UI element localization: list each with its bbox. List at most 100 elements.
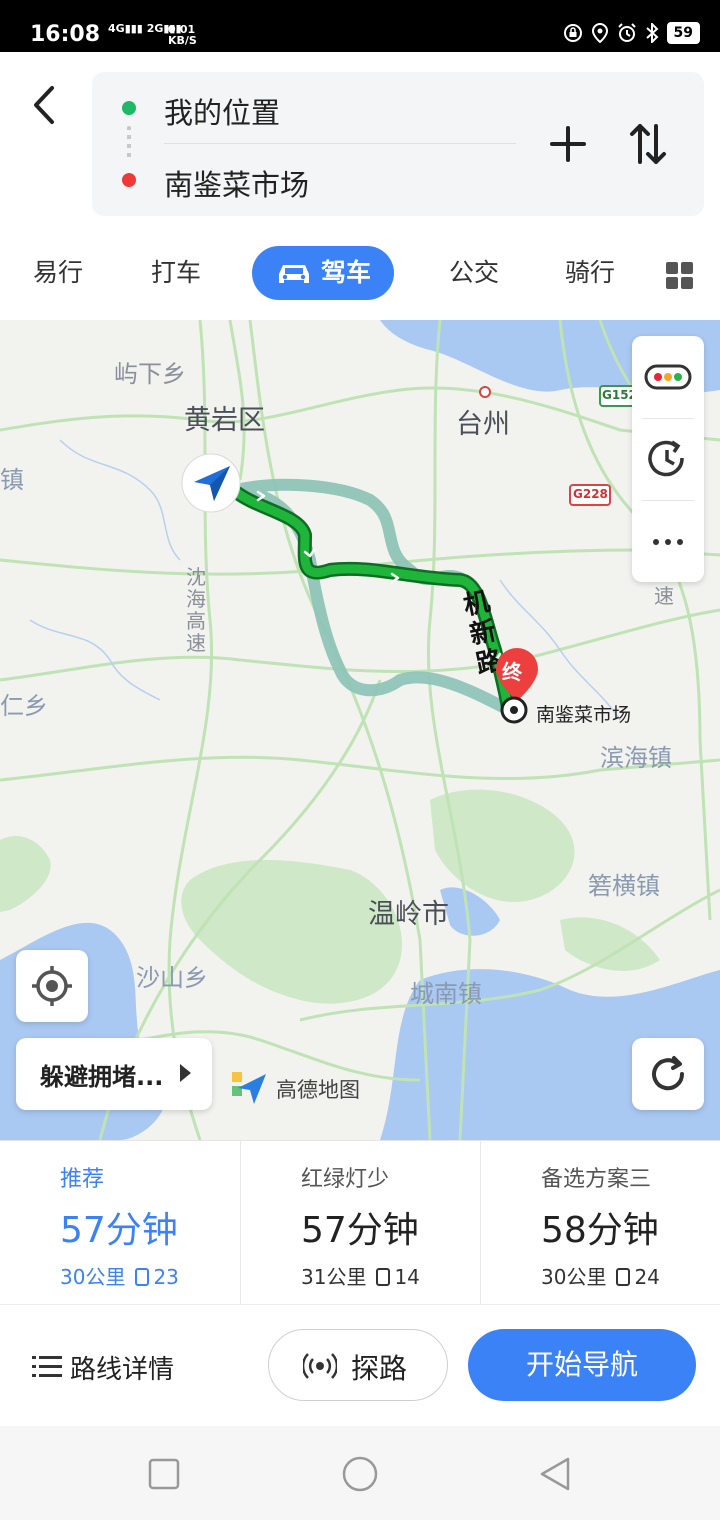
battery-indicator: 59 bbox=[666, 22, 700, 44]
route-option-time: 57分钟 bbox=[60, 1210, 178, 1251]
route-option-name: 推荐 bbox=[60, 1167, 105, 1192]
alarm-icon bbox=[617, 23, 636, 42]
route-option-lights: 23 bbox=[153, 1265, 179, 1289]
route-option-distance: 31公里 bbox=[301, 1265, 367, 1289]
clock-refresh-icon bbox=[648, 440, 684, 477]
start-navigation-button[interactable]: 开始导航 bbox=[468, 1329, 696, 1401]
avoid-congestion-label: 躲避拥堵... bbox=[40, 1063, 164, 1091]
refresh-route-button[interactable] bbox=[632, 1038, 704, 1110]
traffic-light-icon bbox=[616, 1268, 631, 1286]
map-label-xiaxia: 屿下乡 bbox=[114, 360, 186, 388]
route-option-alternative-3[interactable]: 备选方案三 58分钟 30公里 24 bbox=[480, 1141, 720, 1305]
start-dot-icon bbox=[122, 101, 136, 115]
chevron-left-icon bbox=[34, 86, 54, 124]
tab-drive-label: 驾车 bbox=[320, 258, 371, 287]
map-label-xiaheng: 箬横镇 bbox=[588, 872, 660, 900]
action-bar: 路线详情 探路 开始导航 bbox=[0, 1304, 720, 1426]
circle-icon bbox=[342, 1456, 378, 1492]
route-option-distance: 30公里 bbox=[60, 1265, 126, 1289]
destination-map-label: 南鉴菜市场 bbox=[536, 704, 632, 726]
refresh-icon bbox=[652, 1056, 685, 1091]
locate-me-button[interactable] bbox=[16, 950, 88, 1022]
back-button[interactable] bbox=[24, 80, 64, 130]
map-label-chengnan: 城南镇 bbox=[410, 980, 482, 1008]
tab-taxi[interactable]: 打车 bbox=[146, 246, 206, 300]
network-speed-unit: KB/S bbox=[168, 34, 197, 47]
map-label-binhai: 滨海镇 bbox=[600, 744, 672, 772]
bluetooth-icon bbox=[645, 23, 658, 43]
map-view[interactable]: 屿下乡 黄岩区 台州 镇 沈海高速 仁乡 滨海镇 箬横镇 温岭市 沙山乡 城南镇… bbox=[0, 320, 720, 1140]
route-details-label: 路线详情 bbox=[70, 1355, 175, 1385]
tab-cycling[interactable]: 骑行 bbox=[560, 246, 620, 300]
transport-mode-tabs: 易行 打车 驾车 公交 骑行 bbox=[0, 222, 720, 320]
more-dots-icon bbox=[653, 539, 683, 545]
destination-pin-label: 终 bbox=[502, 660, 522, 684]
location-icon bbox=[591, 23, 608, 43]
amap-logo-text: 高德地图 bbox=[276, 1078, 360, 1102]
swap-route-button[interactable] bbox=[626, 120, 670, 168]
route-header: 我的位置 南鉴菜市场 bbox=[0, 52, 720, 222]
lock-rotation-icon bbox=[563, 24, 582, 42]
route-option-time: 57分钟 bbox=[301, 1210, 419, 1251]
tab-easy-travel[interactable]: 易行 bbox=[28, 246, 88, 300]
start-location-field[interactable]: 我的位置 bbox=[164, 90, 280, 132]
network-4g-label: 4G bbox=[108, 22, 125, 35]
route-divider bbox=[164, 143, 516, 144]
route-option-name: 红绿灯少 bbox=[301, 1167, 390, 1192]
route-option-name: 备选方案三 bbox=[541, 1167, 652, 1192]
traffic-light-icon bbox=[376, 1268, 391, 1286]
history-button[interactable] bbox=[632, 418, 704, 500]
map-label-wenling: 温岭市 bbox=[368, 899, 449, 930]
home-button[interactable] bbox=[340, 1454, 380, 1494]
end-dot-icon bbox=[122, 173, 136, 187]
status-bar: 16:08 4G▮▮▮ 2G▮▮▮ 0.01 KB/S 59 bbox=[0, 0, 720, 52]
map-label-su: 速 bbox=[654, 584, 674, 608]
square-icon bbox=[148, 1458, 180, 1490]
route-option-meta: 30公里 23 bbox=[60, 1261, 179, 1290]
route-option-time: 58分钟 bbox=[541, 1210, 659, 1251]
route-option-meta: 31公里 14 bbox=[301, 1261, 420, 1290]
more-modes-grid-icon[interactable] bbox=[666, 262, 694, 290]
map-label-renxiang: 仁乡 bbox=[0, 692, 48, 720]
probe-route-label: 探路 bbox=[351, 1352, 408, 1385]
car-icon bbox=[278, 265, 309, 283]
map-label-zhen-left: 镇 bbox=[0, 466, 24, 494]
more-options-button[interactable] bbox=[632, 500, 704, 582]
list-icon bbox=[32, 1356, 62, 1377]
route-option-recommended[interactable]: 推荐 57分钟 30公里 23 bbox=[0, 1141, 240, 1305]
status-time: 16:08 bbox=[30, 22, 101, 47]
route-connector bbox=[127, 126, 131, 162]
map-label-huangyan: 黄岩区 bbox=[184, 405, 265, 436]
route-option-fewer-lights[interactable]: 红绿灯少 57分钟 31公里 14 bbox=[240, 1141, 480, 1305]
back-nav-button[interactable] bbox=[536, 1454, 576, 1494]
map-label-shashan: 沙山乡 bbox=[136, 964, 208, 992]
broadcast-icon bbox=[303, 1353, 337, 1379]
route-options: 推荐 57分钟 30公里 23 红绿灯少 57分钟 31公里 14 备选方案三 58… bbox=[0, 1140, 720, 1305]
swap-icon bbox=[630, 124, 666, 164]
tab-bus[interactable]: 公交 bbox=[444, 246, 504, 300]
add-waypoint-button[interactable] bbox=[548, 122, 588, 166]
triangle-back-icon bbox=[540, 1457, 570, 1491]
status-icons: 59 bbox=[563, 22, 700, 44]
route-option-lights: 14 bbox=[394, 1265, 420, 1289]
destination-field[interactable]: 南鉴菜市场 bbox=[164, 162, 309, 204]
traffic-light-icon bbox=[644, 364, 692, 390]
tab-drive[interactable]: 驾车 bbox=[252, 246, 394, 300]
plus-icon bbox=[550, 126, 586, 162]
network-speed: 0.01 KB/S bbox=[168, 24, 197, 46]
route-option-lights: 24 bbox=[634, 1265, 660, 1289]
map-canvas bbox=[0, 320, 720, 1140]
probe-route-button[interactable]: 探路 bbox=[268, 1329, 448, 1401]
avoid-congestion-button[interactable]: 躲避拥堵... bbox=[16, 1038, 212, 1110]
triangle-right-icon bbox=[180, 1064, 191, 1082]
map-label-shenhai: 沈海高速 bbox=[186, 565, 206, 655]
amap-logo: 高德地图 bbox=[230, 1068, 380, 1108]
recents-button[interactable] bbox=[144, 1454, 184, 1494]
map-tools-panel bbox=[632, 336, 704, 582]
map-label-taizhou: 台州 bbox=[456, 409, 510, 440]
traffic-toggle-button[interactable] bbox=[632, 336, 704, 418]
network-2g-label: 2G bbox=[146, 22, 164, 35]
crosshair-icon bbox=[32, 966, 72, 1006]
route-option-meta: 30公里 24 bbox=[541, 1261, 660, 1290]
route-option-distance: 30公里 bbox=[541, 1265, 607, 1289]
